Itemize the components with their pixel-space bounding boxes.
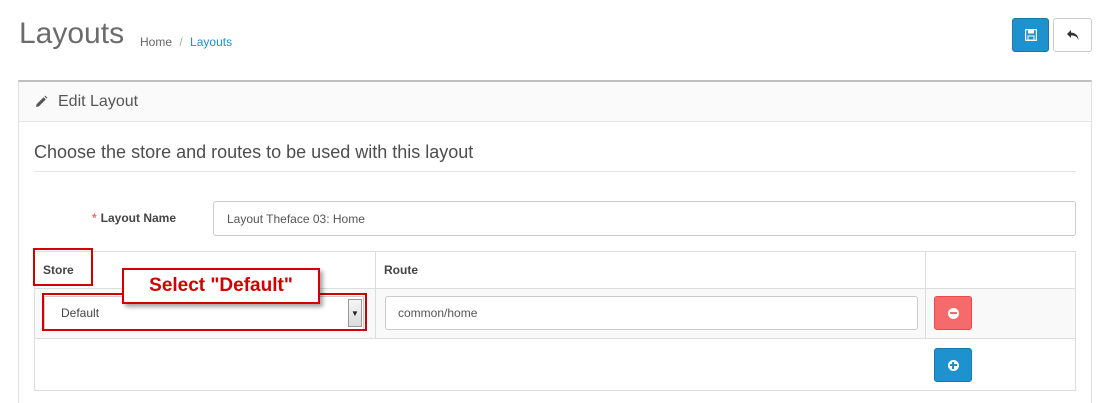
layout-name-label: * Layout Name [92,211,176,225]
page-title: Layouts [19,17,125,50]
annotation-callout: Select "Default" [122,268,320,304]
breadcrumb: Home / Layouts [140,35,232,49]
store-highlight-box [33,248,93,286]
panel-title: Edit Layout [58,92,139,110]
breadcrumb-separator: / [179,35,183,49]
form-legend: Choose the store and routes to be used w… [34,142,1076,172]
required-mark: * [92,211,97,225]
back-button[interactable] [1053,18,1092,52]
layout-name-label-text: Layout Name [100,211,177,225]
reply-arrow-icon [1066,30,1078,40]
panel-heading: Edit Layout [19,82,1091,122]
pencil-icon [36,95,48,107]
route-input[interactable]: common/home [385,296,918,330]
add-route-button[interactable] [934,348,972,382]
save-button[interactable] [1012,18,1049,52]
plus-circle-icon [947,359,959,371]
remove-route-button[interactable] [934,296,972,330]
route-column-header: Route [376,252,926,288]
breadcrumb-layouts-link[interactable]: Layouts [190,35,232,49]
minus-circle-icon [947,307,959,319]
layout-name-input[interactable]: Layout Theface 03: Home [213,201,1076,236]
floppy-disk-icon [1024,29,1037,41]
breadcrumb-home-link[interactable]: Home [140,35,172,49]
